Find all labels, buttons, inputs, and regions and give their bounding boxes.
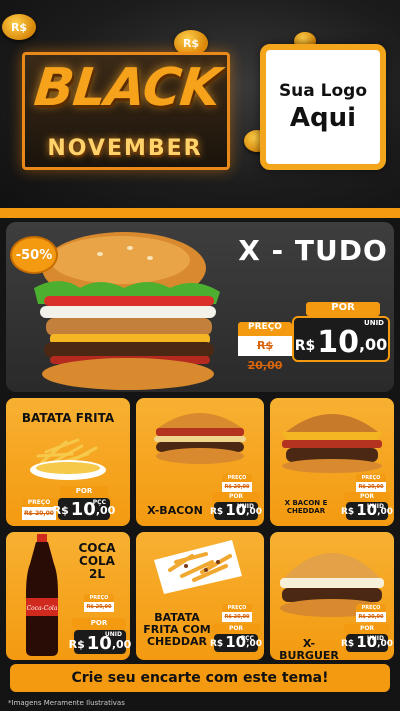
- price-box: UNID R$ 10 ,00: [292, 316, 390, 362]
- product-name: BATATA FRITA COM CHEDDAR: [143, 611, 211, 649]
- preco-label: PREÇO: [238, 322, 292, 336]
- price-box: PÇC R$ 10,00: [53, 496, 115, 522]
- svg-text:Coca-Cola: Coca-Cola: [27, 605, 58, 612]
- coin-icon: R$: [2, 14, 36, 40]
- product-name: X-BACON: [147, 504, 203, 517]
- por-label: POR: [72, 618, 126, 628]
- cheddar-fries-image: [154, 540, 242, 594]
- soda-bottle-image: Coca-Cola: [26, 534, 58, 656]
- old-price: R$ 20,00: [84, 602, 114, 612]
- create-flyer-banner[interactable]: Crie seu encarte com este tema!: [10, 664, 390, 692]
- title-black: BLACK: [31, 58, 223, 118]
- price-box: UNID R$ 10,00: [210, 500, 262, 522]
- price-box: UNID R$ 10,00: [341, 632, 393, 654]
- product-name: X - TUDO: [238, 234, 388, 267]
- burger-image: [282, 414, 382, 473]
- por-label: POR: [306, 302, 380, 316]
- product-name: COCA COLA 2L: [78, 541, 116, 582]
- preco-label: PREÇO: [356, 604, 386, 612]
- logo-text-line2: Aqui: [289, 103, 357, 133]
- preco-label: PREÇO: [84, 594, 114, 602]
- fries-image: [30, 438, 106, 480]
- logo-text-line1: Sua Logo: [278, 81, 368, 101]
- old-price: R$ 20,00: [356, 612, 386, 622]
- old-price: R$ 20,00: [356, 482, 386, 492]
- preco-label: PREÇO: [222, 604, 252, 612]
- price-box: UNID R$ 10,00: [69, 628, 131, 656]
- discount-badge: -50%: [10, 236, 58, 274]
- old-price: R$ 20,00: [238, 336, 292, 372]
- old-price: R$ 20,00: [222, 482, 252, 492]
- product-name: BATATA FRITA: [21, 411, 115, 425]
- preco-label: PREÇO: [22, 498, 56, 507]
- old-price: R$ 20,00: [22, 507, 56, 520]
- footnote: *Imagens Meramente Ilustrativas: [8, 699, 125, 707]
- burger-image: [154, 413, 246, 464]
- product-name: X-BURGUER: [279, 637, 339, 663]
- divider-band: [0, 208, 400, 218]
- preco-label: PREÇO: [222, 474, 252, 482]
- logo-placeholder[interactable]: Sua Logo Aqui: [260, 44, 386, 170]
- title-november: NOVEMBER: [47, 136, 203, 161]
- por-label: POR: [60, 486, 108, 496]
- price-box: PÇC R$ 10,00: [210, 632, 262, 654]
- preco-label: PREÇO: [356, 474, 386, 482]
- price-box: UNID R$ 10,00: [341, 500, 393, 522]
- old-price: R$ 20,00: [222, 612, 252, 622]
- product-name: X BACON E CHEDDAR: [284, 499, 328, 515]
